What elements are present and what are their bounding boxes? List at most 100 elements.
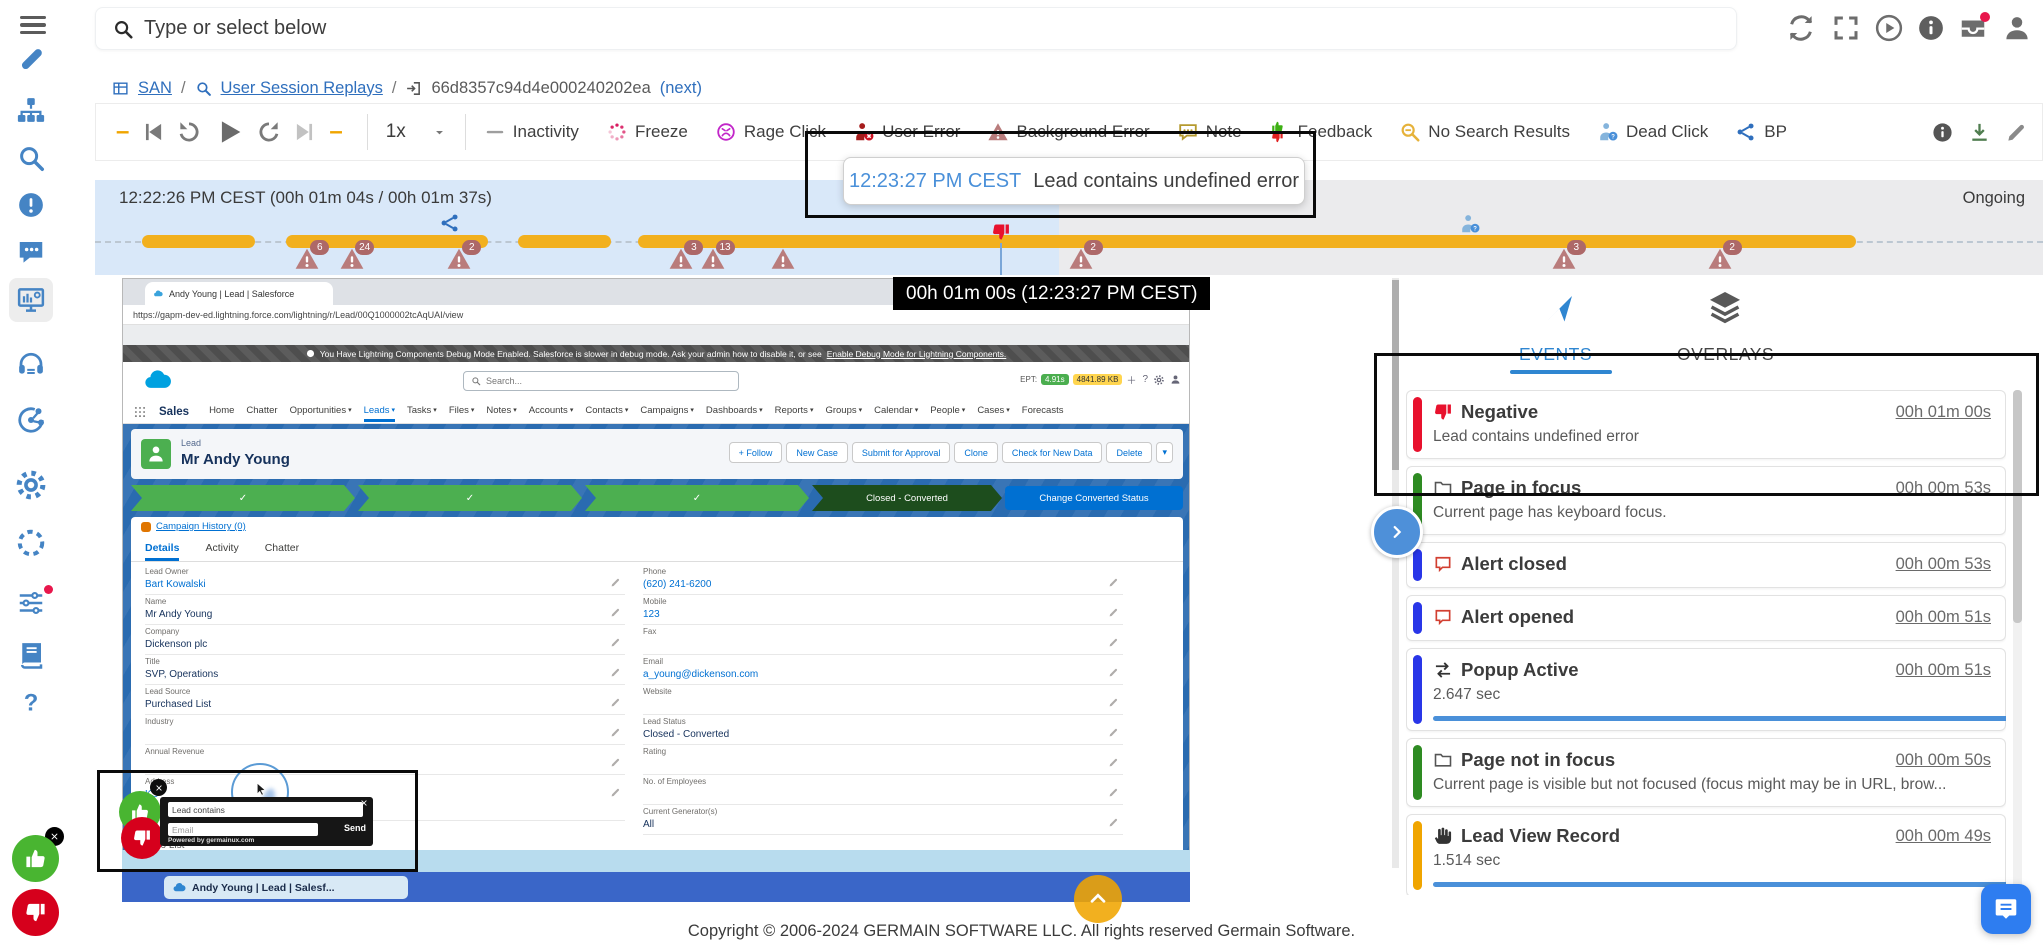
breadcrumb-app[interactable]: SAN	[138, 79, 172, 98]
event-card[interactable]: Page not in focus 00h 00m 50s Current pa…	[1406, 738, 2006, 807]
negative-feedback-marker-icon[interactable]	[991, 222, 1011, 242]
event-timestamp-link[interactable]: 00h 01m 00s	[1896, 403, 1991, 422]
download-icon[interactable]	[1968, 121, 1991, 144]
edit-pencil-icon	[1108, 697, 1119, 708]
tab-events[interactable]: EVENTS	[1519, 344, 1592, 365]
event-title: Alert closed	[1461, 553, 1888, 575]
field-label: Email	[643, 657, 663, 666]
zoom-out-marker[interactable]: –	[116, 118, 129, 146]
events-scrollbar-thumb[interactable]	[2013, 390, 2022, 623]
playhead-line[interactable]	[1000, 243, 1002, 275]
legend-item[interactable]: BP	[1735, 121, 1787, 143]
page-thumbs-up-button[interactable]	[12, 835, 59, 882]
zoom-in-marker[interactable]: –	[329, 118, 342, 146]
feedback-text-input[interactable]: Lead contains	[168, 802, 363, 817]
event-timestamp-link[interactable]: 00h 00m 53s	[1896, 479, 1991, 498]
event-timestamp-link[interactable]: 00h 00m 49s	[1896, 827, 1991, 846]
error-marker[interactable]: 2	[1707, 246, 1733, 272]
forward-icon[interactable]	[256, 119, 282, 145]
field-label: Website	[643, 687, 672, 696]
event-card[interactable]: Popup Active 00h 00m 51s 2.647 sec	[1406, 648, 2006, 731]
timeline-activity-segment[interactable]	[518, 235, 612, 248]
left-sidebar	[0, 0, 62, 951]
legend-item[interactable]: No Search Results	[1399, 121, 1570, 143]
close-icon[interactable]	[150, 779, 167, 796]
error-marker[interactable]: 6	[294, 246, 320, 272]
close-icon[interactable]	[360, 799, 368, 807]
layers-icon[interactable]	[1706, 288, 1744, 326]
error-marker[interactable]: 13	[700, 246, 726, 272]
panel-expand-button[interactable]	[1371, 506, 1423, 558]
sidebar-item-hierarchy[interactable]	[9, 88, 53, 132]
bp-marker-icon[interactable]	[439, 212, 461, 234]
dead-click-marker-icon[interactable]	[1459, 213, 1481, 235]
legend-item[interactable]: Dead Click	[1597, 121, 1708, 143]
global-search[interactable]: Type or select below	[95, 7, 1737, 50]
error-marker[interactable]: 2	[1068, 246, 1094, 272]
error-marker[interactable]: 3	[1551, 246, 1577, 272]
event-card[interactable]: Page in focus 00h 00m 53s Current page h…	[1406, 466, 2006, 535]
scroll-to-top-button[interactable]	[1074, 875, 1122, 923]
event-card[interactable]: Alert opened 00h 00m 51s	[1406, 595, 2006, 641]
sidebar-item-monitoring[interactable]	[9, 278, 53, 322]
event-card[interactable]: Negative 00h 01m 00s Lead contains undef…	[1406, 390, 2006, 459]
skip-to-start-icon[interactable]	[140, 119, 166, 145]
sidebar-item-automation[interactable]	[9, 521, 53, 565]
edit-pencil-icon	[1108, 637, 1119, 648]
user-icon[interactable]	[2002, 13, 2032, 43]
chat-launcher-button[interactable]	[1981, 884, 2031, 934]
breadcrumb-section[interactable]: User Session Replays	[221, 79, 383, 98]
play-circle-icon[interactable]	[1874, 13, 1904, 43]
event-icon	[1433, 607, 1453, 627]
sidebar-item-help[interactable]	[9, 681, 53, 725]
page-thumbs-down-button[interactable]	[12, 889, 59, 936]
feedback-thumbs-down-button[interactable]	[121, 817, 163, 859]
send-arrow-icon[interactable]	[1542, 290, 1578, 326]
sidebar-item-annotate[interactable]	[9, 38, 53, 82]
legend-item[interactable]: Inactivity	[484, 121, 579, 143]
legend-item[interactable]: Feedback	[1269, 121, 1373, 143]
legend-item[interactable]: User Error	[853, 121, 960, 143]
event-timestamp-link[interactable]: 00h 00m 51s	[1896, 661, 1991, 680]
play-button[interactable]	[212, 115, 246, 149]
event-description: 2.647 sec	[1433, 686, 1991, 704]
edit-pencil-icon[interactable]	[2005, 121, 2028, 144]
error-marker[interactable]: 24	[339, 246, 365, 272]
timeline-activity-segment[interactable]	[638, 235, 1856, 248]
fullscreen-icon[interactable]	[1831, 13, 1861, 43]
legend-item[interactable]: Freeze	[606, 121, 688, 143]
playback-speed-select[interactable]: 1x	[386, 121, 447, 143]
event-timestamp-link[interactable]: 00h 00m 53s	[1896, 555, 1991, 574]
feedback-email-input[interactable]: Email	[168, 823, 318, 836]
rewind-icon[interactable]	[176, 119, 202, 145]
info-icon[interactable]	[1931, 121, 1954, 144]
info-icon[interactable]	[1916, 13, 1946, 43]
field-label: Annual Revenue	[145, 747, 204, 756]
skip-to-end-icon[interactable]	[292, 119, 318, 145]
menu-icon[interactable]	[20, 12, 46, 38]
timeline-activity-segment[interactable]	[142, 235, 255, 248]
sidebar-item-settings[interactable]	[9, 463, 53, 507]
sidebar-item-messages[interactable]	[9, 230, 53, 274]
legend-item[interactable]: Note	[1177, 121, 1242, 143]
error-marker[interactable]: 2	[446, 246, 472, 272]
error-marker[interactable]: 3	[668, 246, 694, 272]
send-button[interactable]: Send	[344, 823, 366, 833]
tab-overlays[interactable]: OVERLAYS	[1677, 344, 1774, 365]
event-card[interactable]: Lead View Record 00h 00m 49s 1.514 sec	[1406, 814, 2006, 895]
next-session-link[interactable]: (next)	[660, 79, 702, 98]
sidebar-item-alerts[interactable]	[9, 183, 53, 227]
legend-item[interactable]: Rage Click	[715, 121, 826, 143]
replay-scrollbar-thumb[interactable]	[1392, 280, 1399, 470]
event-timestamp-link[interactable]: 00h 00m 50s	[1896, 751, 1991, 770]
error-marker[interactable]	[770, 246, 796, 272]
refresh-icon[interactable]	[1786, 13, 1816, 43]
sidebar-item-search[interactable]	[9, 136, 53, 180]
event-timestamp-link[interactable]: 00h 00m 51s	[1896, 608, 1991, 627]
sidebar-item-documentation[interactable]	[9, 633, 53, 677]
sidebar-item-integrations[interactable]	[9, 398, 53, 442]
sidebar-item-support[interactable]	[9, 341, 53, 385]
event-card[interactable]: Alert closed 00h 00m 53s	[1406, 542, 2006, 588]
copyright-footer: Copyright © 2006-2024 GERMAIN SOFTWARE L…	[0, 922, 2043, 941]
legend-item[interactable]: Background Error	[987, 121, 1149, 143]
